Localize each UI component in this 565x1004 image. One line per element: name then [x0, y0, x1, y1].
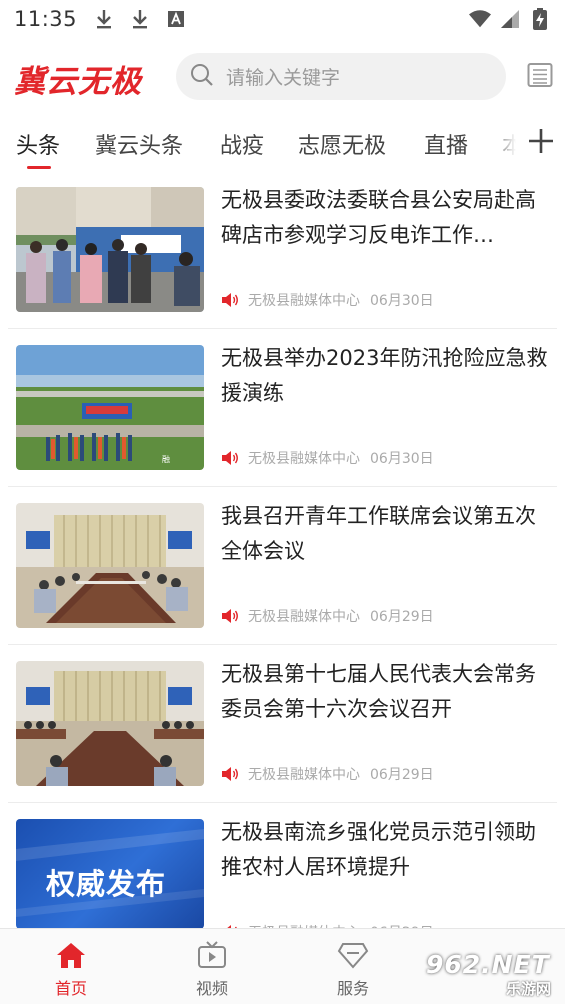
- watermark-text: 962.NET: [426, 950, 550, 979]
- news-source: 无极县融媒体中心: [248, 451, 360, 467]
- news-meta: 无极县融媒体中心 06月29日: [221, 764, 434, 784]
- home-icon: [57, 943, 85, 968]
- news-date: 06月29日: [370, 767, 434, 783]
- news-date: 06月29日: [370, 609, 434, 625]
- news-item[interactable]: 无极县委政法委联合县公安局赴高碑店市参观学习反电诈工作… 无极县融媒体中心 06…: [0, 187, 565, 344]
- speaker-icon: [221, 292, 239, 308]
- text-a-icon: [165, 8, 187, 30]
- divider: [8, 486, 557, 487]
- news-thumbnail: 融: [16, 345, 204, 470]
- news-title[interactable]: 无极县南流乡强化党员示范引领助推农村人居环境提升: [221, 815, 553, 885]
- search-input[interactable]: 请输入关键字: [176, 53, 506, 100]
- divider: [8, 644, 557, 645]
- tab-epidemic[interactable]: 战疫: [220, 128, 264, 160]
- thumbnail-banner-text: 权威发布: [46, 867, 167, 901]
- speaker-icon: [221, 450, 239, 466]
- battery-charging-icon: [529, 8, 551, 30]
- app-header: 冀云无极 请输入关键字: [0, 44, 565, 110]
- status-bar: 11:35: [0, 0, 565, 38]
- divider: [8, 802, 557, 803]
- news-thumbnail: [16, 187, 204, 312]
- news-date: 06月30日: [370, 293, 434, 309]
- news-source: 无极县融媒体中心: [248, 767, 360, 783]
- news-source: 无极县融媒体中心: [248, 293, 360, 309]
- download-icon: [129, 8, 151, 30]
- news-item[interactable]: 无极县第十七届人民代表大会常务委员会第十六次会议召开 无极县融媒体中心 06月2…: [0, 661, 565, 818]
- tab-volunteer[interactable]: 志愿无极: [298, 128, 386, 160]
- active-tab-indicator: [27, 166, 51, 169]
- watermark-logo: 962.NET 乐游网: [426, 950, 560, 998]
- svg-text:融: 融: [162, 454, 170, 464]
- tab-headline[interactable]: 头条: [16, 128, 60, 160]
- speaker-icon: [221, 766, 239, 782]
- news-item[interactable]: 我县召开青年工作联席会议第五次全体会议 无极县融媒体中心 06月29日: [0, 503, 565, 660]
- news-thumbnail: [16, 661, 204, 786]
- nav-video-label: 视频: [195, 979, 228, 998]
- news-meta: 无极县融媒体中心 06月30日: [221, 448, 434, 468]
- tab-jiyun-headline[interactable]: 冀云头条: [95, 128, 183, 160]
- news-source: 无极县融媒体中心: [248, 609, 360, 625]
- nav-home[interactable]: 首页: [31, 941, 111, 999]
- news-title[interactable]: 我县召开青年工作联席会议第五次全体会议: [221, 499, 553, 569]
- news-meta: 无极县融媒体中心 06月29日: [221, 606, 434, 626]
- channel-tabs: 头条 冀云头条 战疫 志愿无极 直播 本: [0, 118, 565, 174]
- news-meta: 无极县融媒体中心 06月30日: [221, 290, 434, 310]
- diamond-icon: [337, 943, 369, 969]
- search-icon: [190, 63, 214, 91]
- tv-icon: [198, 941, 226, 968]
- cellular-signal-icon: [499, 8, 521, 30]
- search-placeholder: 请输入关键字: [226, 67, 341, 89]
- add-channel-icon[interactable]: [526, 126, 556, 156]
- watermark-sub: 乐游网: [506, 980, 552, 998]
- app-logo: 冀云无极: [14, 64, 142, 100]
- tab-fade: [488, 118, 528, 174]
- news-title[interactable]: 无极县第十七届人民代表大会常务委员会第十六次会议召开: [221, 657, 553, 727]
- news-thumbnail: [16, 503, 204, 628]
- news-item[interactable]: 融 无极县举办2023年防汛抢险应急救援演练 无极县融媒体中心 06月30日: [0, 345, 565, 502]
- nav-video[interactable]: 视频: [172, 941, 252, 999]
- news-title[interactable]: 无极县举办2023年防汛抢险应急救援演练: [221, 341, 553, 411]
- wifi-icon: [469, 8, 491, 30]
- nav-home-label: 首页: [54, 979, 87, 998]
- nav-service-label: 服务: [336, 979, 369, 998]
- speaker-icon: [221, 608, 239, 624]
- news-date: 06月30日: [370, 451, 434, 467]
- news-title[interactable]: 无极县委政法委联合县公安局赴高碑店市参观学习反电诈工作…: [221, 183, 553, 253]
- nav-service[interactable]: 服务: [313, 941, 393, 999]
- tab-live[interactable]: 直播: [424, 128, 468, 160]
- download-icon: [93, 8, 115, 30]
- news-menu-icon[interactable]: [527, 62, 553, 90]
- divider: [8, 328, 557, 329]
- status-time: 11:35: [14, 7, 78, 31]
- news-thumbnail: 权威发布: [16, 819, 204, 929]
